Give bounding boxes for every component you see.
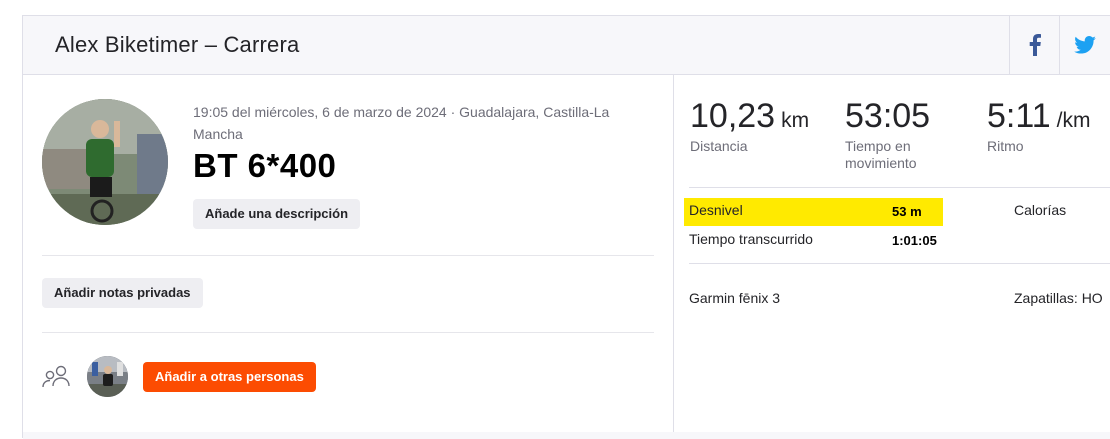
twitter-icon bbox=[1073, 36, 1096, 54]
activity-stats-panel: 10,23 km Distancia 53:05 Tiempo en movimi… bbox=[673, 75, 1110, 439]
gear-label[interactable]: Zapatillas: HO bbox=[1014, 290, 1103, 306]
activity-page: Alex Biketimer – Carrera 19:05 del miérc… bbox=[22, 15, 1110, 439]
add-description-button[interactable]: Añade una descripción bbox=[193, 199, 361, 229]
athlete-small-avatar[interactable] bbox=[87, 356, 128, 397]
stat-pace: 5:11/km Ritmo bbox=[987, 97, 1090, 155]
divider bbox=[42, 255, 654, 256]
add-private-notes-button[interactable]: Añadir notas privadas bbox=[42, 278, 203, 308]
facebook-share-button[interactable] bbox=[1009, 16, 1059, 74]
twitter-share-button[interactable] bbox=[1059, 16, 1109, 74]
facebook-icon bbox=[1029, 34, 1041, 56]
moving-time-label: Tiempo en movimiento bbox=[845, 138, 917, 171]
activity-header: Alex Biketimer – Carrera bbox=[23, 16, 1110, 75]
moving-time-value: 53:05 bbox=[845, 97, 931, 135]
group-people-icon bbox=[42, 365, 70, 388]
activity-summary-panel: 19:05 del miércoles, 6 de marzo de 2024 … bbox=[23, 75, 673, 439]
elevation-label: Desnivel bbox=[689, 202, 743, 218]
divider bbox=[42, 332, 654, 333]
pace-label: Ritmo bbox=[987, 138, 1024, 154]
distance-value: 10,23 bbox=[690, 97, 776, 135]
device-name: Garmin fēnix 3 bbox=[689, 290, 781, 306]
add-people-button[interactable]: Añadir a otras personas bbox=[143, 362, 316, 392]
athlete-avatar[interactable] bbox=[42, 99, 168, 225]
elapsed-time-value: 1:01:05 bbox=[892, 233, 937, 248]
elapsed-time-label: Tiempo transcurrido bbox=[689, 231, 813, 247]
pace-value: 5:11 bbox=[987, 97, 1051, 135]
divider bbox=[689, 263, 1110, 264]
activity-meta: 19:05 del miércoles, 6 de marzo de 2024 … bbox=[193, 104, 610, 142]
distance-label: Distancia bbox=[690, 138, 748, 154]
activity-title: BT 6*400 bbox=[193, 147, 337, 184]
pace-unit: /km bbox=[1056, 109, 1091, 132]
divider bbox=[689, 187, 1110, 188]
page-title: Alex Biketimer – Carrera bbox=[55, 32, 300, 57]
distance-unit: km bbox=[781, 109, 810, 132]
stat-moving-time: 53:05 Tiempo en movimiento bbox=[845, 97, 955, 172]
avatar-photo bbox=[42, 99, 168, 225]
calories-label: Calorías bbox=[1014, 202, 1067, 218]
small-avatar-photo bbox=[87, 356, 128, 397]
stat-distance: 10,23 km Distancia bbox=[690, 97, 809, 155]
elevation-value: 53 m bbox=[892, 204, 922, 219]
